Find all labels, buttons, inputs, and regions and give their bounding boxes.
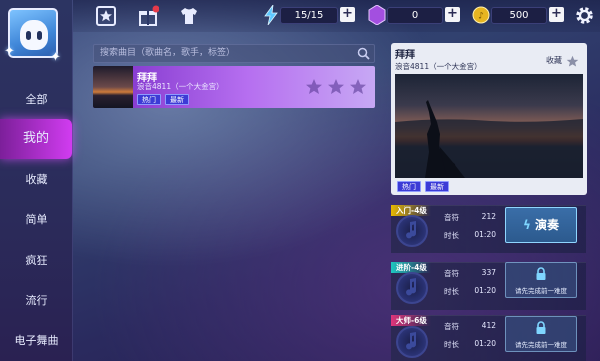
shirt-icon[interactable] (178, 5, 200, 27)
avatar-eye-right (37, 31, 42, 40)
cat-face (20, 20, 48, 50)
add-gem-button[interactable]: + (445, 7, 460, 22)
detail-title: 拜拜 (395, 50, 415, 61)
song-subtitle: 浪音4811（一个大金宫） (137, 82, 224, 91)
star-icon[interactable] (95, 5, 117, 27)
rating-star-icon (305, 78, 323, 96)
avatar-eye-left (26, 31, 31, 40)
notes-label: 音符 (444, 213, 459, 222)
notes-value: 337 (481, 268, 496, 277)
detail-tag-hot: 热门 (397, 181, 421, 192)
music-note-icon (404, 277, 420, 297)
music-note-icon (404, 220, 420, 240)
rating-star-icon (349, 78, 367, 96)
gear-icon[interactable] (574, 5, 595, 26)
tag-hot: 热门 (137, 94, 161, 105)
play-label: 演奏 (535, 218, 560, 232)
locked-hint: 请先完成前一难度 (515, 287, 567, 295)
search-icon[interactable] (357, 47, 370, 60)
duration-label: 时长 (444, 231, 459, 240)
search-placeholder: 搜索曲目（歌曲名，歌手，标签） (100, 48, 236, 58)
music-note-icon (404, 331, 420, 351)
add-energy-button[interactable]: + (340, 7, 355, 22)
sidebar-item-favorites[interactable]: 收藏 (0, 168, 73, 192)
song-cover-image (395, 74, 583, 178)
duration-label: 时长 (444, 287, 459, 296)
locked-hint: 请先完成前一难度 (515, 341, 567, 349)
gem-icon (368, 4, 386, 26)
coin-counter: 500 (491, 7, 547, 24)
detail-tag-new: 最新 (425, 181, 449, 192)
sparkle-icon: ✦ (50, 50, 61, 65)
duration-value: 01:20 (474, 230, 496, 239)
coin-icon: ♪ (472, 6, 490, 24)
add-coin-button[interactable]: + (549, 7, 564, 22)
sidebar-item-easy[interactable]: 简单 (0, 208, 73, 232)
notes-label: 音符 (444, 322, 459, 331)
sidebar-item-mine[interactable]: 我的 (0, 119, 72, 159)
lock-icon (536, 321, 546, 334)
notes-label: 音符 (444, 269, 459, 278)
gift-icon[interactable] (137, 5, 160, 27)
play-button[interactable]: ϟ 演奏 (505, 207, 577, 243)
duration-value: 01:20 (474, 286, 496, 295)
sidebar-item-crazy[interactable]: 疯狂 (0, 249, 73, 273)
notes-value: 412 (481, 321, 496, 330)
detail-subtitle: 浪音4811（一个大金宫） (395, 62, 482, 71)
favorite-label: 收藏 (546, 56, 562, 65)
locked-difficulty-button[interactable]: 请先完成前一难度 (505, 262, 577, 298)
duration-label: 时长 (444, 340, 459, 349)
song-list-item[interactable]: 拜拜 浪音4811（一个大金宫） 热门 最新 (93, 66, 375, 108)
search-input[interactable]: 搜索曲目（歌曲名，歌手，标签） (93, 44, 375, 63)
sidebar-item-pop[interactable]: 流行 (0, 289, 73, 313)
sidebar-item-edm[interactable]: 电子舞曲 (0, 329, 73, 353)
lightning-icon: ϟ (522, 218, 531, 232)
lightning-icon (263, 4, 279, 26)
sparkle-icon: ✦ (4, 44, 15, 59)
rating-star-icon (327, 78, 345, 96)
tag-new: 最新 (165, 94, 189, 105)
favorite-star-icon[interactable] (566, 53, 579, 67)
gem-counter: 0 (387, 7, 443, 24)
lock-icon (536, 267, 546, 280)
song-thumbnail (93, 66, 133, 108)
energy-counter: 15/15 (280, 7, 338, 24)
sidebar-item-all[interactable]: 全部 (0, 88, 73, 112)
notes-value: 212 (481, 212, 496, 221)
duration-value: 01:20 (474, 339, 496, 348)
difficulty-badge: 大师-6级 (391, 315, 433, 326)
locked-difficulty-button[interactable]: 请先完成前一难度 (505, 316, 577, 352)
svg-text:♪: ♪ (478, 12, 484, 22)
